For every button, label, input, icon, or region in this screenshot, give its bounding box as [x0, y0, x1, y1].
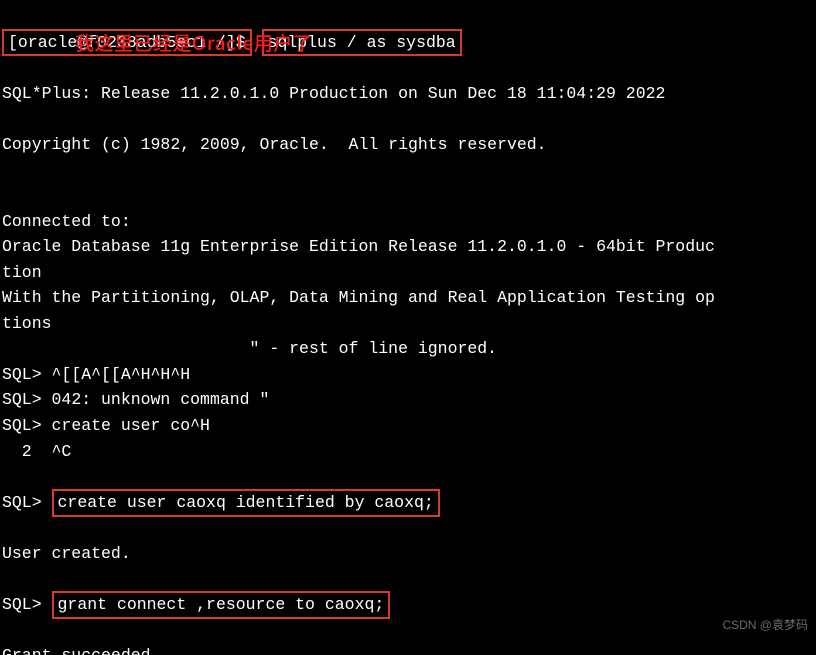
sql-prompt: SQL> — [2, 493, 42, 512]
command-create-user: create user caoxq identified by caoxq; — [52, 489, 440, 517]
banner-line-2: Copyright (c) 1982, 2009, Oracle. All ri… — [2, 135, 547, 154]
response-grant-1: Grant succeeded. — [2, 646, 160, 655]
edition-line-4: tions — [2, 314, 52, 333]
sql-prompt: SQL> — [2, 390, 42, 409]
junk-input-2: 042: unknown command " — [52, 390, 270, 409]
sql-prompt: SQL> — [2, 416, 42, 435]
command-grant-connect: grant connect ,resource to caoxq; — [52, 591, 391, 619]
ignored-line: " - rest of line ignored. — [2, 339, 497, 358]
edition-line-3: With the Partitioning, OLAP, Data Mining… — [2, 288, 715, 307]
junk-input-3: create user co^H — [52, 416, 210, 435]
annotation-oracle-user: 我这里已经是Oracle用户了 — [75, 28, 312, 57]
sql-prompt: SQL> — [2, 595, 42, 614]
connected-label: Connected to: — [2, 212, 131, 231]
terminal-output: [oracle@f0238adb5ec1 /]$ sqlplus / as sy… — [0, 0, 816, 655]
edition-line-1: Oracle Database 11g Enterprise Edition R… — [2, 237, 715, 256]
junk-input-1: ^[[A^[[A^H^H^H — [52, 365, 191, 384]
watermark: CSDN @袁梦码 — [722, 616, 808, 635]
response-user-created: User created. — [2, 544, 131, 563]
junk-input-4: 2 ^C — [2, 442, 71, 461]
sql-prompt: SQL> — [2, 365, 42, 384]
edition-line-2: tion — [2, 263, 42, 282]
banner-line-1: SQL*Plus: Release 11.2.0.1.0 Production … — [2, 84, 665, 103]
